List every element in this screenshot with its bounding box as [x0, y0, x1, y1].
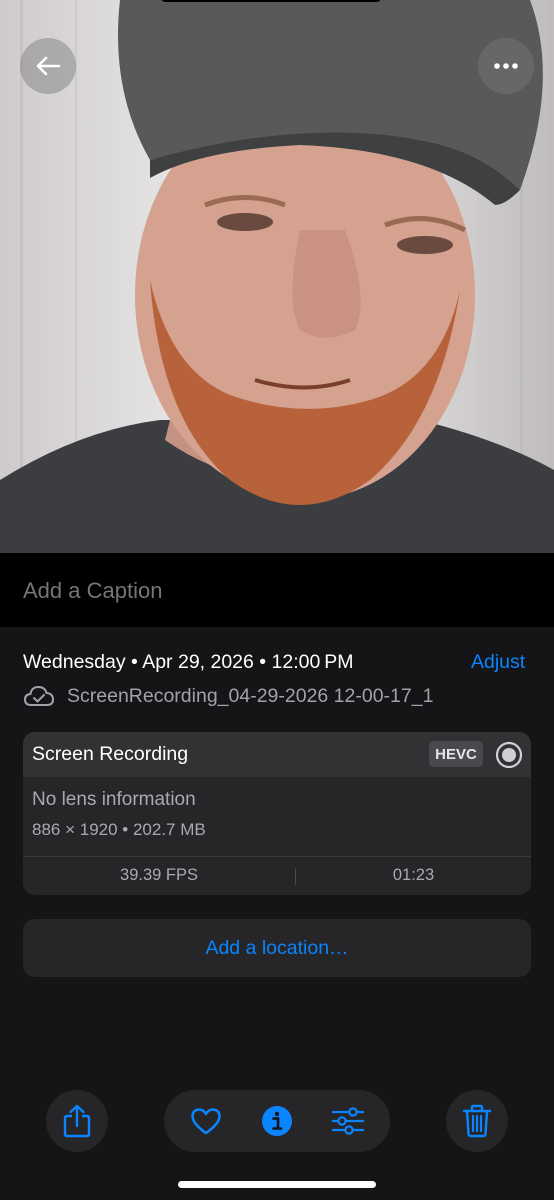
delete-button[interactable] [446, 1090, 508, 1152]
share-icon [63, 1104, 91, 1138]
duration: 01:23 [392, 866, 435, 884]
back-button[interactable] [20, 38, 76, 94]
dynamic-island [160, 0, 382, 2]
caption-input[interactable] [23, 578, 523, 604]
trash-icon [462, 1104, 492, 1138]
capture-date: Wednesday • Apr 29, 2026 • 12:00 PM [23, 651, 354, 673]
info-icon [262, 1106, 292, 1136]
share-button[interactable] [46, 1090, 108, 1152]
favorite-button[interactable] [175, 1090, 237, 1152]
edit-button[interactable] [317, 1090, 379, 1152]
heart-icon [191, 1108, 221, 1135]
more-button[interactable] [478, 38, 534, 94]
info-button[interactable] [246, 1090, 308, 1152]
home-indicator [178, 1181, 376, 1188]
toolbar-pill [164, 1090, 390, 1152]
codec-badge: HEVC [429, 741, 483, 767]
icloud-check-icon [23, 685, 55, 706]
adjust-date-button[interactable]: Adjust [471, 651, 525, 674]
card-header: Screen Recording HEVC [23, 732, 531, 777]
arrow-left-icon [36, 56, 61, 76]
ellipsis-icon [494, 63, 518, 69]
sliders-icon [331, 1107, 365, 1135]
card-title: Screen Recording [32, 743, 189, 765]
screen-record-icon [495, 741, 523, 769]
file-name-row: ScreenRecording_04-29-2026 12-00-17_1 [23, 684, 433, 708]
frame-rate: 39.39 FPS [120, 866, 198, 884]
file-name: ScreenRecording_04-29-2026 12-00-17_1 [67, 684, 434, 707]
add-location-label: Add a location… [205, 936, 349, 959]
photo-viewer[interactable] [0, 0, 554, 553]
video-frame-image [0, 0, 554, 553]
card-divider [23, 856, 531, 857]
dimensions-size: 886 × 1920 • 202.7 MB [32, 820, 206, 839]
add-location-button[interactable]: Add a location… [23, 919, 531, 977]
lens-info: No lens information [32, 789, 196, 810]
metadata-card: Screen Recording HEVC No lens informatio… [23, 732, 531, 895]
